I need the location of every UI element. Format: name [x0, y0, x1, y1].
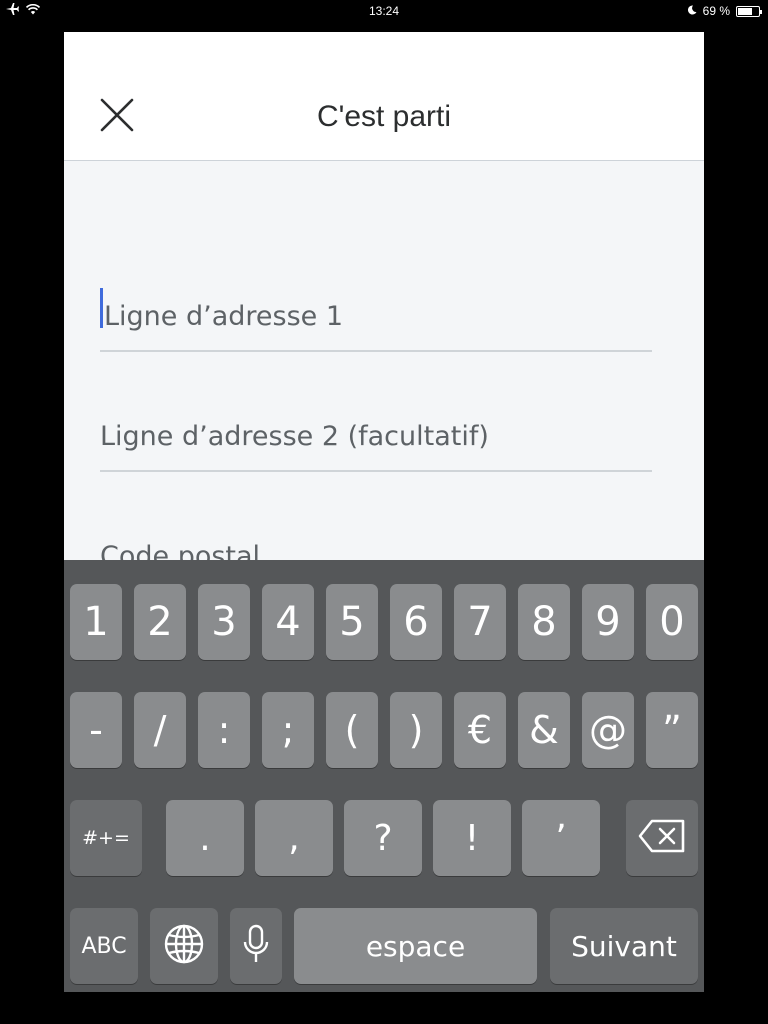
- card-header: C'est parti: [64, 32, 704, 161]
- punctuation-key[interactable]: .: [166, 800, 244, 876]
- symbol-key[interactable]: (: [326, 692, 378, 768]
- digit-key-label: 4: [275, 599, 301, 645]
- punctuation-key-label: !: [464, 817, 480, 859]
- space-key-label: espace: [365, 929, 466, 963]
- symbol-key[interactable]: ”: [646, 692, 698, 768]
- digit-key-label: 6: [403, 599, 429, 645]
- digit-key-label: 2: [147, 599, 173, 645]
- symbols-key[interactable]: #+=: [70, 800, 142, 876]
- battery-percent: 69 %: [702, 4, 730, 18]
- symbol-key[interactable]: /: [134, 692, 186, 768]
- symbol-key-label: €: [467, 708, 493, 752]
- symbol-key[interactable]: ;: [262, 692, 314, 768]
- symbol-key-label: &: [529, 708, 559, 752]
- symbol-key-label: ): [408, 708, 424, 752]
- punctuation-key-label: ?: [373, 817, 393, 859]
- symbol-key-label: ;: [281, 708, 295, 752]
- text-cursor: [100, 288, 103, 328]
- punctuation-key-label: ,: [288, 817, 300, 859]
- digit-key-label: 1: [83, 599, 109, 645]
- symbol-key[interactable]: :: [198, 692, 250, 768]
- page-title: C'est parti: [316, 100, 452, 133]
- symbol-key[interactable]: €: [454, 692, 506, 768]
- digit-key[interactable]: 1: [70, 584, 122, 660]
- punctuation-key[interactable]: ?: [344, 800, 422, 876]
- symbol-key[interactable]: ): [390, 692, 442, 768]
- address-line-1-field[interactable]: [100, 288, 652, 352]
- address-line-2-field[interactable]: [100, 412, 652, 472]
- digit-key[interactable]: 8: [518, 584, 570, 660]
- digit-key-label: 9: [595, 599, 621, 645]
- digit-key[interactable]: 2: [134, 584, 186, 660]
- backspace-icon: [638, 819, 686, 857]
- symbol-key[interactable]: -: [70, 692, 122, 768]
- next-key[interactable]: Suivant: [550, 908, 698, 984]
- battery-level: [738, 7, 752, 15]
- digit-key-label: 0: [659, 599, 685, 645]
- moon-icon: [687, 4, 697, 18]
- symbol-key[interactable]: &: [518, 692, 570, 768]
- digit-key-label: 5: [339, 599, 365, 645]
- status-time: 13:24: [368, 4, 400, 18]
- digit-key[interactable]: 5: [326, 584, 378, 660]
- status-bar: 13:24 69 %: [0, 0, 768, 22]
- digit-key-label: 3: [211, 599, 237, 645]
- on-screen-keyboard: #+= ABC espace Suivant 1 2 3 4 5 6 7 8 9 0 - /:; () €…: [64, 560, 704, 992]
- battery-icon: [736, 5, 762, 17]
- status-right: 69 %: [687, 4, 762, 18]
- digit-key[interactable]: 4: [262, 584, 314, 660]
- punctuation-key[interactable]: ’: [522, 800, 600, 876]
- digit-key-label: 8: [531, 599, 557, 645]
- symbols-key-label: #+=: [82, 827, 130, 849]
- symbol-key-label: :: [217, 708, 231, 752]
- address-line-1-input[interactable]: [100, 301, 652, 332]
- address-line-2-input[interactable]: [100, 421, 652, 452]
- space-key[interactable]: espace: [294, 908, 537, 984]
- delete-key[interactable]: [626, 800, 698, 876]
- punctuation-key[interactable]: ,: [255, 800, 333, 876]
- punctuation-key-label: ’: [555, 817, 567, 859]
- symbol-key[interactable]: @: [582, 692, 634, 768]
- punctuation-key[interactable]: !: [433, 800, 511, 876]
- next-key-label: Suivant: [571, 929, 677, 963]
- symbol-key-label: (: [344, 708, 360, 752]
- digit-key-label: 7: [467, 599, 493, 645]
- symbol-key-label: -: [89, 708, 103, 752]
- abc-key[interactable]: ABC: [70, 908, 138, 984]
- symbol-key-label: ”: [662, 708, 682, 752]
- globe-icon: [164, 924, 204, 968]
- digit-key[interactable]: 0: [646, 584, 698, 660]
- symbol-key-label: @: [589, 708, 627, 752]
- digit-key[interactable]: 7: [454, 584, 506, 660]
- microphone-key[interactable]: [230, 908, 282, 984]
- abc-key-label: ABC: [81, 933, 127, 959]
- symbol-key-label: /: [153, 708, 167, 752]
- globe-key[interactable]: [150, 908, 218, 984]
- punctuation-key-label: .: [199, 817, 211, 859]
- digit-key[interactable]: 3: [198, 584, 250, 660]
- digit-key[interactable]: 9: [582, 584, 634, 660]
- digit-key[interactable]: 6: [390, 584, 442, 660]
- microphone-icon: [243, 924, 269, 968]
